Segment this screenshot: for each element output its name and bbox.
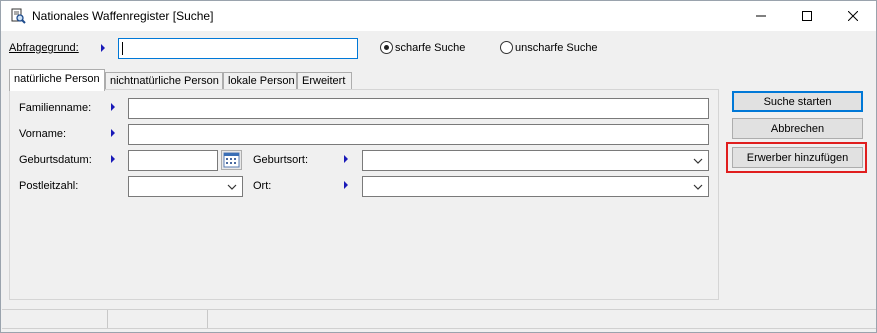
geburtsdatum-label: Geburtsdatum: <box>19 154 92 166</box>
chevron-down-icon <box>227 184 237 190</box>
tab-lokale-person[interactable]: lokale Person <box>223 72 297 90</box>
minimize-button[interactable] <box>738 1 784 31</box>
status-bar-divider <box>2 328 876 329</box>
add-buyer-button[interactable]: Erwerber hinzufügen <box>732 147 863 168</box>
search-window: Nationales Waffenregister [Suche] Abfrag… <box>0 0 877 333</box>
abfragegrund-input[interactable] <box>118 38 358 59</box>
close-button[interactable] <box>830 1 876 31</box>
tab-natuerliche-person[interactable]: natürliche Person <box>9 69 105 91</box>
ort-combobox[interactable] <box>362 176 709 197</box>
cancel-button[interactable]: Abbrechen <box>732 118 863 139</box>
abfragegrund-label: Abfragegrund: <box>9 42 79 54</box>
vorname-label: Vorname: <box>19 128 67 140</box>
chevron-down-icon <box>693 158 703 164</box>
text-caret <box>122 42 123 55</box>
minimize-icon <box>756 15 766 17</box>
status-bar <box>2 309 876 332</box>
required-arrow-icon <box>101 44 105 52</box>
required-arrow-icon <box>344 155 348 163</box>
status-panel <box>2 310 108 328</box>
radio-scharfe-suche[interactable] <box>380 41 393 54</box>
tab-erweitert[interactable]: Erweitert <box>297 72 352 90</box>
window-title: Nationales Waffenregister [Suche] <box>32 9 214 23</box>
title-bar: Nationales Waffenregister [Suche] <box>1 1 876 31</box>
postleitzahl-label: Postleitzahl: <box>19 180 79 192</box>
maximize-icon <box>802 11 812 21</box>
radio-unscharfe-suche-label[interactable]: unscharfe Suche <box>515 42 598 54</box>
required-arrow-icon <box>344 181 348 189</box>
required-arrow-icon <box>111 103 115 111</box>
geburtsdatum-input[interactable] <box>128 150 218 171</box>
postleitzahl-combobox[interactable] <box>128 176 243 197</box>
status-panel <box>108 310 208 328</box>
chevron-down-icon <box>693 184 703 190</box>
calendar-icon[interactable] <box>221 150 242 170</box>
geburtsort-combobox[interactable] <box>362 150 709 171</box>
search-button[interactable]: Suche starten <box>732 91 863 112</box>
required-arrow-icon <box>111 155 115 163</box>
vorname-input[interactable] <box>128 124 709 145</box>
familienname-label: Familienname: <box>19 102 92 114</box>
radio-unscharfe-suche[interactable] <box>500 41 513 54</box>
required-arrow-icon <box>111 129 115 137</box>
maximize-button[interactable] <box>784 1 830 31</box>
close-icon <box>848 11 858 21</box>
document-magnifier-icon <box>10 8 26 24</box>
tab-nichtnatuerliche-person[interactable]: nichtnatürliche Person <box>105 72 223 90</box>
radio-scharfe-suche-label[interactable]: scharfe Suche <box>395 42 465 54</box>
ort-label: Ort: <box>253 180 272 192</box>
familienname-input[interactable] <box>128 98 709 119</box>
geburtsort-label: Geburtsort: <box>253 154 309 166</box>
